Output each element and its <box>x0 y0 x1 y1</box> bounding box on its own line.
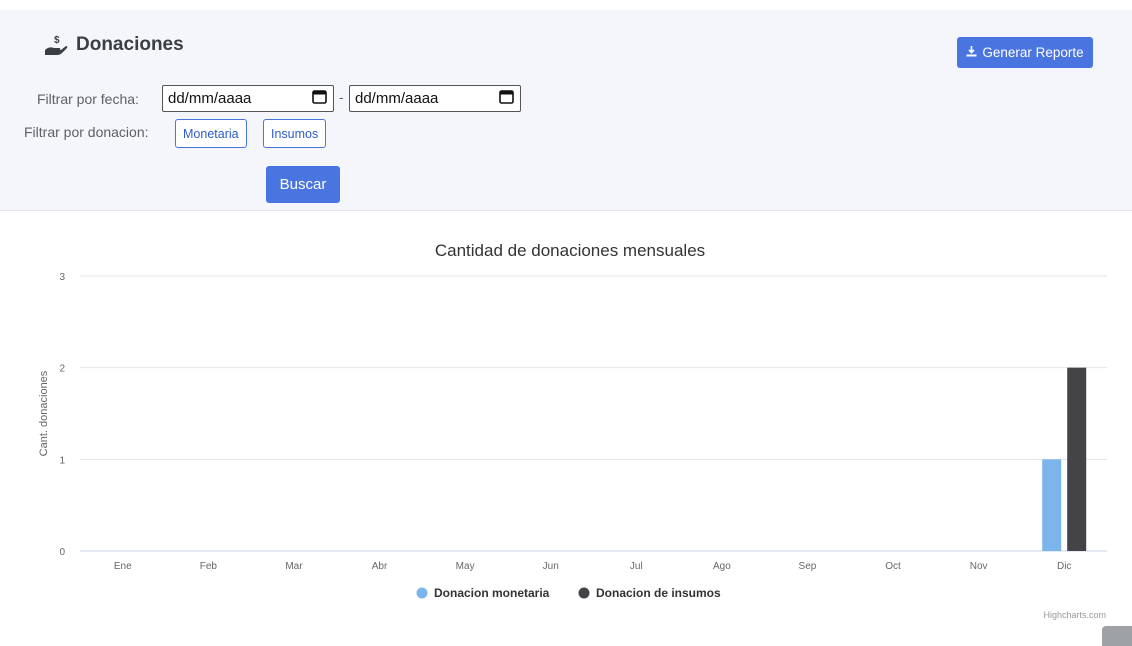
monetary-filter-button[interactable]: Monetaria <box>175 119 247 148</box>
date-from-input[interactable]: dd/mm/aaaa <box>162 85 334 112</box>
hand-holding-dollar-icon: $ <box>44 34 68 56</box>
x-tick-label: Oct <box>885 561 901 572</box>
generate-report-button[interactable]: Generar Reporte <box>957 37 1093 68</box>
generate-report-label: Generar Reporte <box>982 45 1084 60</box>
x-tick-label: Jun <box>543 561 559 572</box>
x-tick-label: Ene <box>114 561 132 572</box>
date-to-value: dd/mm/aaaa <box>355 90 439 107</box>
legend-marker <box>416 587 428 599</box>
y-tick-label: 3 <box>59 272 65 283</box>
legend-item: Donacion de insumos <box>596 586 721 600</box>
x-tick-label: Feb <box>200 561 218 572</box>
x-tick-label: Nov <box>970 561 988 572</box>
supplies-filter-button[interactable]: Insumos <box>263 119 327 148</box>
download-icon <box>966 45 977 60</box>
x-tick-label: Abr <box>372 561 388 572</box>
y-axis-label: Cant. donaciones <box>38 370 50 456</box>
y-tick-label: 2 <box>59 364 65 375</box>
legend-marker <box>578 587 590 599</box>
chart-credit[interactable]: Highcharts.com <box>1043 610 1106 620</box>
title-row: $ Donaciones <box>44 34 184 56</box>
filter-panel: $ Donaciones Generar Reporte Filtrar por… <box>0 10 1132 211</box>
date-from-value: dd/mm/aaaa <box>168 90 252 107</box>
chart-title: Cantidad de donaciones mensuales <box>435 241 705 260</box>
y-tick-label: 1 <box>59 455 65 466</box>
y-tick-label: 0 <box>59 547 65 558</box>
x-tick-label: Ago <box>713 561 731 572</box>
svg-text:$: $ <box>54 35 60 46</box>
top-strip <box>0 0 1132 10</box>
x-tick-label: Sep <box>799 561 817 572</box>
calendar-icon[interactable] <box>312 89 327 108</box>
x-tick-label: May <box>456 561 475 572</box>
donations-chart: Cantidad de donaciones mensuales 0 1 2 3 Cant… <box>38 241 1107 600</box>
date-filter-label: Filtrar por fecha: <box>37 91 139 107</box>
date-to-input[interactable]: dd/mm/aaaa <box>349 85 521 112</box>
search-button[interactable]: Buscar <box>266 166 340 203</box>
donation-type-filter-label: Filtrar por donacion: <box>24 124 149 140</box>
page-title: Donaciones <box>76 34 184 55</box>
bar-donacion-de-insumos <box>1067 367 1087 551</box>
x-tick-label: Mar <box>285 561 303 572</box>
calendar-icon[interactable] <box>499 89 514 108</box>
x-tick-label: Dic <box>1057 561 1071 572</box>
x-tick-label: Jul <box>630 561 643 572</box>
date-range-separator: - <box>339 89 344 105</box>
scroll-to-top-button[interactable] <box>1102 626 1132 646</box>
bar-donacion-monetaria <box>1042 459 1062 551</box>
legend-item: Donacion monetaria <box>434 586 550 600</box>
